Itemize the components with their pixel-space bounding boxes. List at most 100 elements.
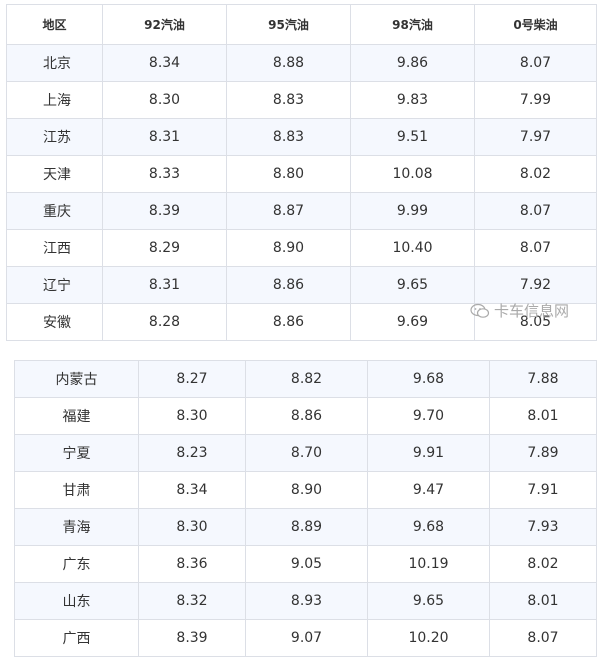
price-cell: 8.93 xyxy=(245,582,368,620)
price-cell: 8.86 xyxy=(226,303,351,341)
table-row: 宁夏 8.23 8.70 9.91 7.89 xyxy=(14,434,597,472)
price-cell: 8.02 xyxy=(474,155,597,193)
header-95-gasoline: 95汽油 xyxy=(226,4,351,45)
price-cell: 9.91 xyxy=(367,434,490,472)
price-cell: 8.39 xyxy=(138,619,246,657)
price-cell: 7.88 xyxy=(489,360,597,398)
header-92-gasoline: 92汽油 xyxy=(102,4,227,45)
price-cell: 8.87 xyxy=(226,192,351,230)
price-cell: 8.88 xyxy=(226,44,351,82)
price-cell: 8.33 xyxy=(102,155,227,193)
price-cell: 9.86 xyxy=(350,44,475,82)
price-cell: 8.01 xyxy=(489,582,597,620)
header-98-gasoline: 98汽油 xyxy=(350,4,475,45)
price-cell: 7.92 xyxy=(474,266,597,304)
price-cell: 8.80 xyxy=(226,155,351,193)
fuel-price-table-2: 内蒙古 8.27 8.82 9.68 7.88 福建 8.30 8.86 9.7… xyxy=(14,360,597,657)
price-cell: 8.34 xyxy=(138,471,246,509)
price-cell: 9.68 xyxy=(367,508,490,546)
price-cell: 9.51 xyxy=(350,118,475,156)
region-cell: 广东 xyxy=(14,545,139,583)
price-cell: 9.68 xyxy=(367,360,490,398)
price-cell: 8.82 xyxy=(245,360,368,398)
price-cell: 8.83 xyxy=(226,118,351,156)
price-cell: 9.05 xyxy=(245,545,368,583)
region-cell: 安徽 xyxy=(6,303,103,341)
price-cell: 8.27 xyxy=(138,360,246,398)
table-row: 江苏 8.31 8.83 9.51 7.97 xyxy=(6,118,597,156)
region-cell: 江苏 xyxy=(6,118,103,156)
table-row: 辽宁 8.31 8.86 9.65 7.92 xyxy=(6,266,597,304)
price-cell: 8.70 xyxy=(245,434,368,472)
price-cell: 8.30 xyxy=(138,508,246,546)
watermark: 卡车信息网 xyxy=(470,300,569,321)
fuel-price-table-1: 地区 92汽油 95汽油 98汽油 0号柴油 北京 8.34 8.88 9.86… xyxy=(6,4,597,341)
region-cell: 甘肃 xyxy=(14,471,139,509)
header-0-diesel: 0号柴油 xyxy=(474,4,597,45)
region-cell: 重庆 xyxy=(6,192,103,230)
price-cell: 8.07 xyxy=(489,619,597,657)
table-row: 北京 8.34 8.88 9.86 8.07 xyxy=(6,44,597,82)
price-cell: 8.23 xyxy=(138,434,246,472)
price-cell: 8.31 xyxy=(102,266,227,304)
watermark-text: 卡车信息网 xyxy=(494,302,570,320)
table-row: 福建 8.30 8.86 9.70 8.01 xyxy=(14,397,597,435)
wechat-icon xyxy=(470,303,490,318)
price-cell: 8.89 xyxy=(245,508,368,546)
price-cell: 7.89 xyxy=(489,434,597,472)
price-cell: 9.47 xyxy=(367,471,490,509)
table-row: 上海 8.30 8.83 9.83 7.99 xyxy=(6,81,597,119)
table-row: 甘肃 8.34 8.90 9.47 7.91 xyxy=(14,471,597,509)
price-cell: 10.19 xyxy=(367,545,490,583)
region-cell: 北京 xyxy=(6,44,103,82)
table-header-row: 地区 92汽油 95汽油 98汽油 0号柴油 xyxy=(6,4,597,45)
table-row: 山东 8.32 8.93 9.65 8.01 xyxy=(14,582,597,620)
price-cell: 8.32 xyxy=(138,582,246,620)
price-cell: 8.90 xyxy=(226,229,351,267)
region-cell: 江西 xyxy=(6,229,103,267)
price-cell: 8.28 xyxy=(102,303,227,341)
table-row: 重庆 8.39 8.87 9.99 8.07 xyxy=(6,192,597,230)
table-row: 江西 8.29 8.90 10.40 8.07 xyxy=(6,229,597,267)
price-cell: 7.93 xyxy=(489,508,597,546)
price-cell: 10.20 xyxy=(367,619,490,657)
price-cell: 9.65 xyxy=(367,582,490,620)
price-cell: 9.07 xyxy=(245,619,368,657)
price-cell: 8.31 xyxy=(102,118,227,156)
price-cell: 8.30 xyxy=(102,81,227,119)
region-cell: 辽宁 xyxy=(6,266,103,304)
price-cell: 7.99 xyxy=(474,81,597,119)
price-cell: 9.69 xyxy=(350,303,475,341)
region-cell: 上海 xyxy=(6,81,103,119)
price-cell: 10.08 xyxy=(350,155,475,193)
price-cell: 8.83 xyxy=(226,81,351,119)
table-row: 天津 8.33 8.80 10.08 8.02 xyxy=(6,155,597,193)
price-cell: 8.36 xyxy=(138,545,246,583)
price-cell: 9.70 xyxy=(367,397,490,435)
region-cell: 山东 xyxy=(14,582,139,620)
price-cell: 8.29 xyxy=(102,229,227,267)
price-cell: 9.65 xyxy=(350,266,475,304)
table-row: 内蒙古 8.27 8.82 9.68 7.88 xyxy=(14,360,597,398)
region-cell: 青海 xyxy=(14,508,139,546)
region-cell: 宁夏 xyxy=(14,434,139,472)
price-cell: 8.34 xyxy=(102,44,227,82)
price-cell: 8.90 xyxy=(245,471,368,509)
price-cell: 10.40 xyxy=(350,229,475,267)
header-region: 地区 xyxy=(6,4,103,45)
price-cell: 8.07 xyxy=(474,229,597,267)
price-cell: 9.83 xyxy=(350,81,475,119)
price-cell: 7.97 xyxy=(474,118,597,156)
region-cell: 广西 xyxy=(14,619,139,657)
price-cell: 8.39 xyxy=(102,192,227,230)
region-cell: 福建 xyxy=(14,397,139,435)
table-row: 广东 8.36 9.05 10.19 8.02 xyxy=(14,545,597,583)
price-cell: 8.30 xyxy=(138,397,246,435)
price-cell: 8.86 xyxy=(226,266,351,304)
price-cell: 7.91 xyxy=(489,471,597,509)
price-cell: 8.01 xyxy=(489,397,597,435)
price-cell: 8.07 xyxy=(474,192,597,230)
price-cell: 8.02 xyxy=(489,545,597,583)
table-row: 广西 8.39 9.07 10.20 8.07 xyxy=(14,619,597,657)
table-row: 青海 8.30 8.89 9.68 7.93 xyxy=(14,508,597,546)
